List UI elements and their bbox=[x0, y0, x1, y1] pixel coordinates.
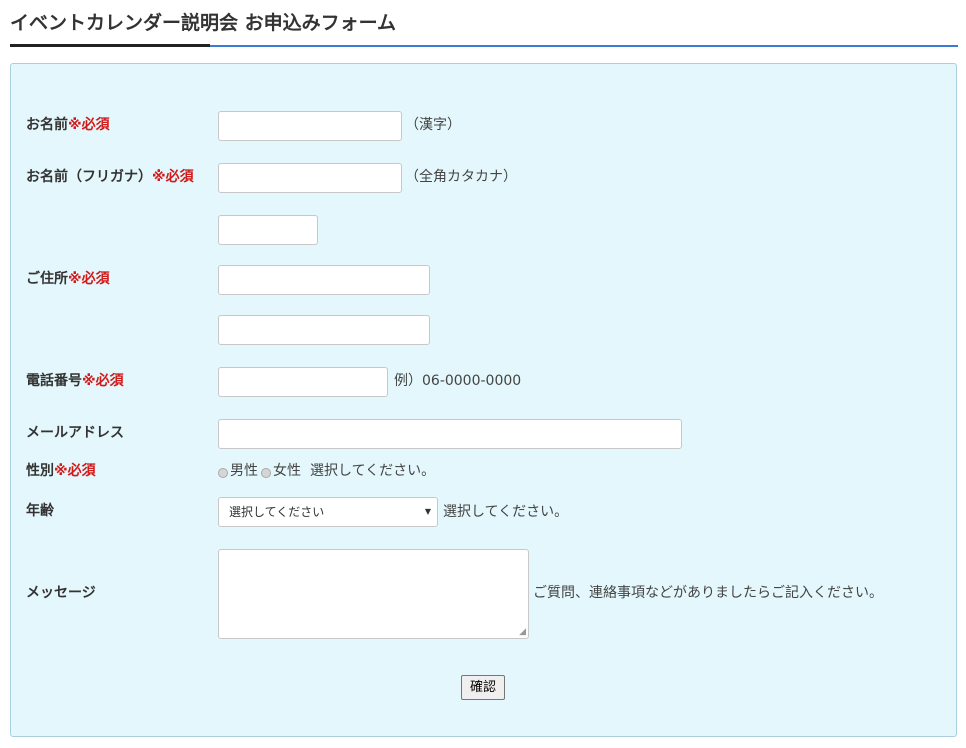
name-note: （漢字） bbox=[405, 117, 461, 133]
age-label: 年齢 bbox=[26, 503, 54, 519]
age-note: 選択してください。 bbox=[443, 504, 569, 520]
address-line1-input[interactable] bbox=[218, 265, 430, 295]
age-select-value: 選択してください bbox=[229, 505, 325, 519]
gender-note: 選択してください。 bbox=[310, 463, 436, 479]
page-title: イベントカレンダー説明会 お申込みフォーム bbox=[10, 12, 397, 34]
address-label: ご住所※必須 bbox=[26, 270, 110, 288]
name-kana-note: （全角カタカナ） bbox=[405, 169, 517, 185]
gender-male-radio[interactable] bbox=[218, 468, 228, 478]
gender-male-label[interactable]: 男性 bbox=[230, 462, 258, 480]
address-label-text: ご住所 bbox=[26, 271, 68, 287]
gender-required-mark: ※必須 bbox=[54, 463, 96, 479]
phone-label-text: 電話番号 bbox=[26, 373, 82, 389]
confirm-button[interactable]: 確認 bbox=[461, 675, 505, 700]
phone-label: 電話番号※必須 bbox=[26, 372, 124, 390]
gender-female-radio[interactable] bbox=[261, 468, 271, 478]
message-label: メッセージ bbox=[26, 585, 96, 601]
name-kana-label-text: お名前（フリガナ） bbox=[26, 169, 152, 185]
resize-grip-icon[interactable]: ◢ bbox=[519, 628, 526, 637]
name-kana-input[interactable] bbox=[218, 163, 402, 193]
name-label: お名前※必須 bbox=[26, 116, 110, 134]
postal-code-input[interactable] bbox=[218, 215, 318, 245]
message-note: ご質問、連絡事項などがありましたらご記入ください。 bbox=[533, 585, 883, 601]
phone-required-mark: ※必須 bbox=[82, 373, 124, 389]
gender-label-text: 性別 bbox=[26, 463, 54, 479]
name-kana-label: お名前（フリガナ）※必須 bbox=[26, 168, 194, 186]
title-underline-accent bbox=[10, 44, 210, 47]
address-line2-input[interactable] bbox=[218, 315, 430, 345]
phone-note: 例）06-0000-0000 bbox=[394, 373, 522, 389]
gender-label: 性別※必須 bbox=[26, 462, 96, 480]
address-required-mark: ※必須 bbox=[68, 271, 110, 287]
age-select[interactable]: 選択してください ▼ bbox=[218, 497, 438, 527]
email-label: メールアドレス bbox=[26, 425, 124, 441]
gender-female-label[interactable]: 女性 bbox=[273, 462, 301, 480]
name-input[interactable] bbox=[218, 111, 402, 141]
name-required-mark: ※必須 bbox=[68, 117, 110, 133]
email-input[interactable] bbox=[218, 419, 682, 449]
message-textarea[interactable]: ◢ bbox=[218, 549, 529, 639]
phone-input[interactable] bbox=[218, 367, 388, 397]
name-kana-required-mark: ※必須 bbox=[152, 169, 194, 185]
dropdown-arrow-icon: ▼ bbox=[424, 507, 431, 516]
name-label-text: お名前 bbox=[26, 117, 68, 133]
